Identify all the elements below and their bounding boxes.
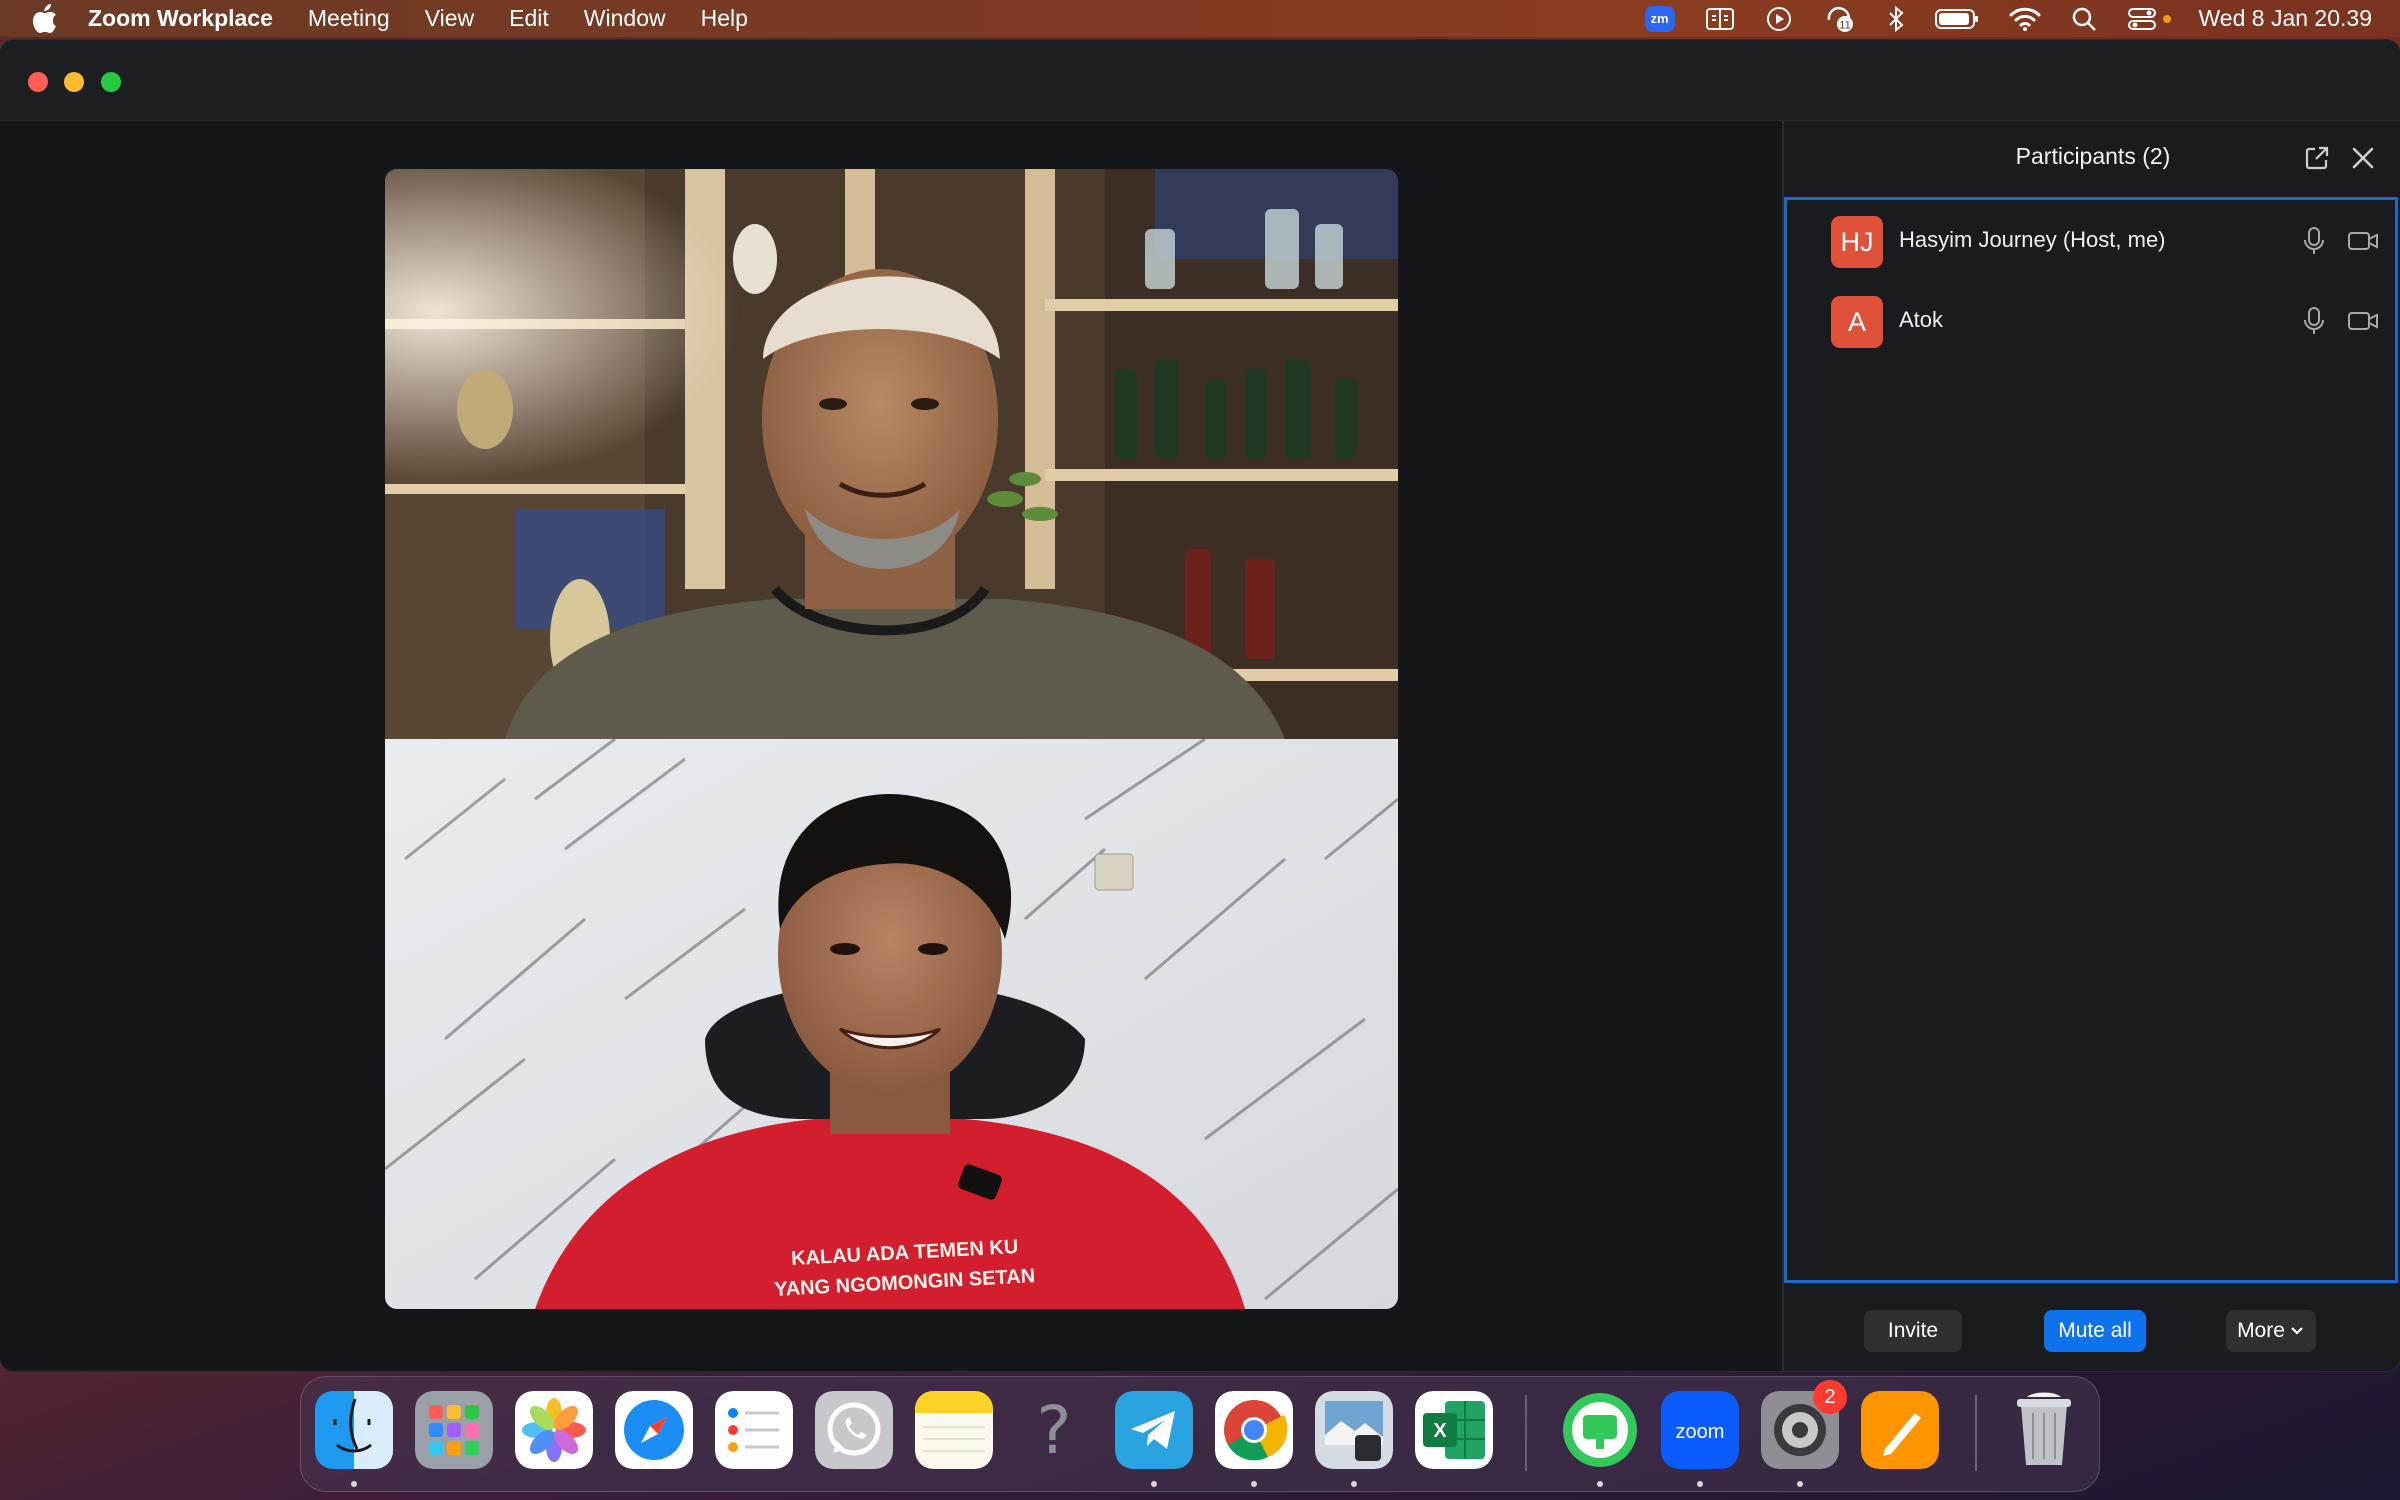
microphone-icon[interactable] [2303,306,2325,336]
pop-out-icon[interactable] [2304,145,2330,171]
privacy-indicator-dot [2162,14,2171,23]
minimize-window-button[interactable] [64,72,84,92]
telegram-icon[interactable] [1115,1391,1193,1469]
search-icon[interactable] [2071,6,2097,32]
participants-panel-footer: Invite Mute all More [1784,1283,2400,1371]
zoom-icon[interactable]: zoom [1661,1391,1739,1469]
video-camera-icon[interactable] [2347,228,2379,254]
menu-app-name[interactable]: Zoom Workplace [88,5,273,32]
zoom-dock-label: zoom [1676,1421,1725,1443]
video-camera-icon[interactable] [2347,308,2379,334]
participants-panel-header: Participants (2) [1784,121,2400,197]
avatar: HJ [1831,216,1883,268]
control-center-icon[interactable] [2127,6,2171,32]
trash-icon[interactable] [2005,1391,2083,1469]
pages-icon[interactable] [1861,1391,1939,1469]
video-stage: KALAU ADA TEMEN KU YANG NGOMONGIN SETAN [0,121,1782,1371]
participant-name: Atok [1899,307,1944,332]
whatsapp-icon[interactable] [815,1391,893,1469]
dock-separator [1525,1395,1527,1471]
mute-all-button[interactable]: Mute all [2044,1310,2146,1352]
chrome-icon[interactable] [1215,1391,1293,1469]
running-indicator [351,1481,357,1487]
close-window-button[interactable] [28,72,48,92]
display-mirror-icon[interactable] [1705,6,1735,32]
host-video-frame [385,169,1398,739]
excel-icon[interactable]: X [1415,1391,1493,1469]
participant-video-host[interactable] [385,169,1398,739]
notification-count: 11 [1839,19,1850,31]
participant-video-atok[interactable]: KALAU ADA TEMEN KU YANG NGOMONGIN SETAN [385,739,1398,1309]
zoom-status-icon[interactable]: zm [1644,5,1675,32]
messages-icon[interactable] [1561,1391,1639,1469]
dock-separator [1975,1395,1977,1471]
launchpad-icon[interactable] [415,1391,493,1469]
wifi-icon[interactable] [2009,6,2041,32]
apple-menu-icon[interactable] [30,3,60,34]
system-settings-badge: 2 [1813,1380,1847,1414]
participant-name: Hasyim Journey (Host, me) [1899,227,2166,252]
notification-icon[interactable]: 11 [1823,4,1857,34]
menu-view[interactable]: View [425,5,474,32]
svg-text:?: ? [1036,1392,1071,1469]
running-indicator [1351,1481,1357,1487]
running-indicator [1697,1481,1703,1487]
menu-meeting[interactable]: Meeting [308,5,390,32]
status-area: zm 11 Wed 8 Jan 20.39 [1615,0,2400,37]
zoom-window-button[interactable] [101,72,121,92]
finder-icon[interactable] [315,1391,393,1469]
bluetooth-icon[interactable] [1887,5,1905,33]
menu-edit[interactable]: Edit [509,5,549,32]
photos-icon[interactable] [515,1391,593,1469]
excel-letter: X [1433,1420,1447,1442]
notes-icon[interactable] [915,1391,993,1469]
play-icon[interactable] [1765,5,1793,33]
running-indicator [1797,1481,1803,1487]
menu-bar: Zoom Workplace Meeting View Edit Window … [0,0,2400,37]
chevron-down-icon [2291,1327,2303,1335]
avatar: A [1831,296,1883,348]
participant-row-host[interactable]: HJ Hasyim Journey (Host, me) [1787,200,2395,280]
window-titlebar [0,40,2400,121]
invite-button[interactable]: Invite [1864,1310,1962,1352]
menubar-clock[interactable]: Wed 8 Jan 20.39 [2199,5,2372,32]
microphone-icon[interactable] [2303,226,2325,256]
running-indicator [1251,1481,1257,1487]
participant-list: HJ Hasyim Journey (Host, me) A Atok [1784,197,2398,1283]
safari-icon[interactable] [615,1391,693,1469]
participants-panel: Participants (2) HJ Hasyim Journey (Host… [1782,121,2400,1371]
close-icon[interactable] [2350,145,2376,171]
participant-row-atok[interactable]: A Atok [1787,280,2395,360]
more-button[interactable]: More [2226,1310,2316,1352]
running-indicator [1597,1481,1603,1487]
reminders-icon[interactable] [715,1391,793,1469]
unknown-app-icon[interactable]: ? [1015,1391,1093,1469]
menu-help[interactable]: Help [701,5,748,32]
battery-icon[interactable] [1934,8,1979,30]
zoom-meeting-window: KALAU ADA TEMEN KU YANG NGOMONGIN SETAN … [0,40,2400,1371]
menu-window[interactable]: Window [584,5,666,32]
atok-video-frame: KALAU ADA TEMEN KU YANG NGOMONGIN SETAN [385,739,1398,1309]
running-indicator [1151,1481,1157,1487]
more-button-label: More [2237,1319,2285,1342]
preview-icon[interactable] [1315,1391,1393,1469]
